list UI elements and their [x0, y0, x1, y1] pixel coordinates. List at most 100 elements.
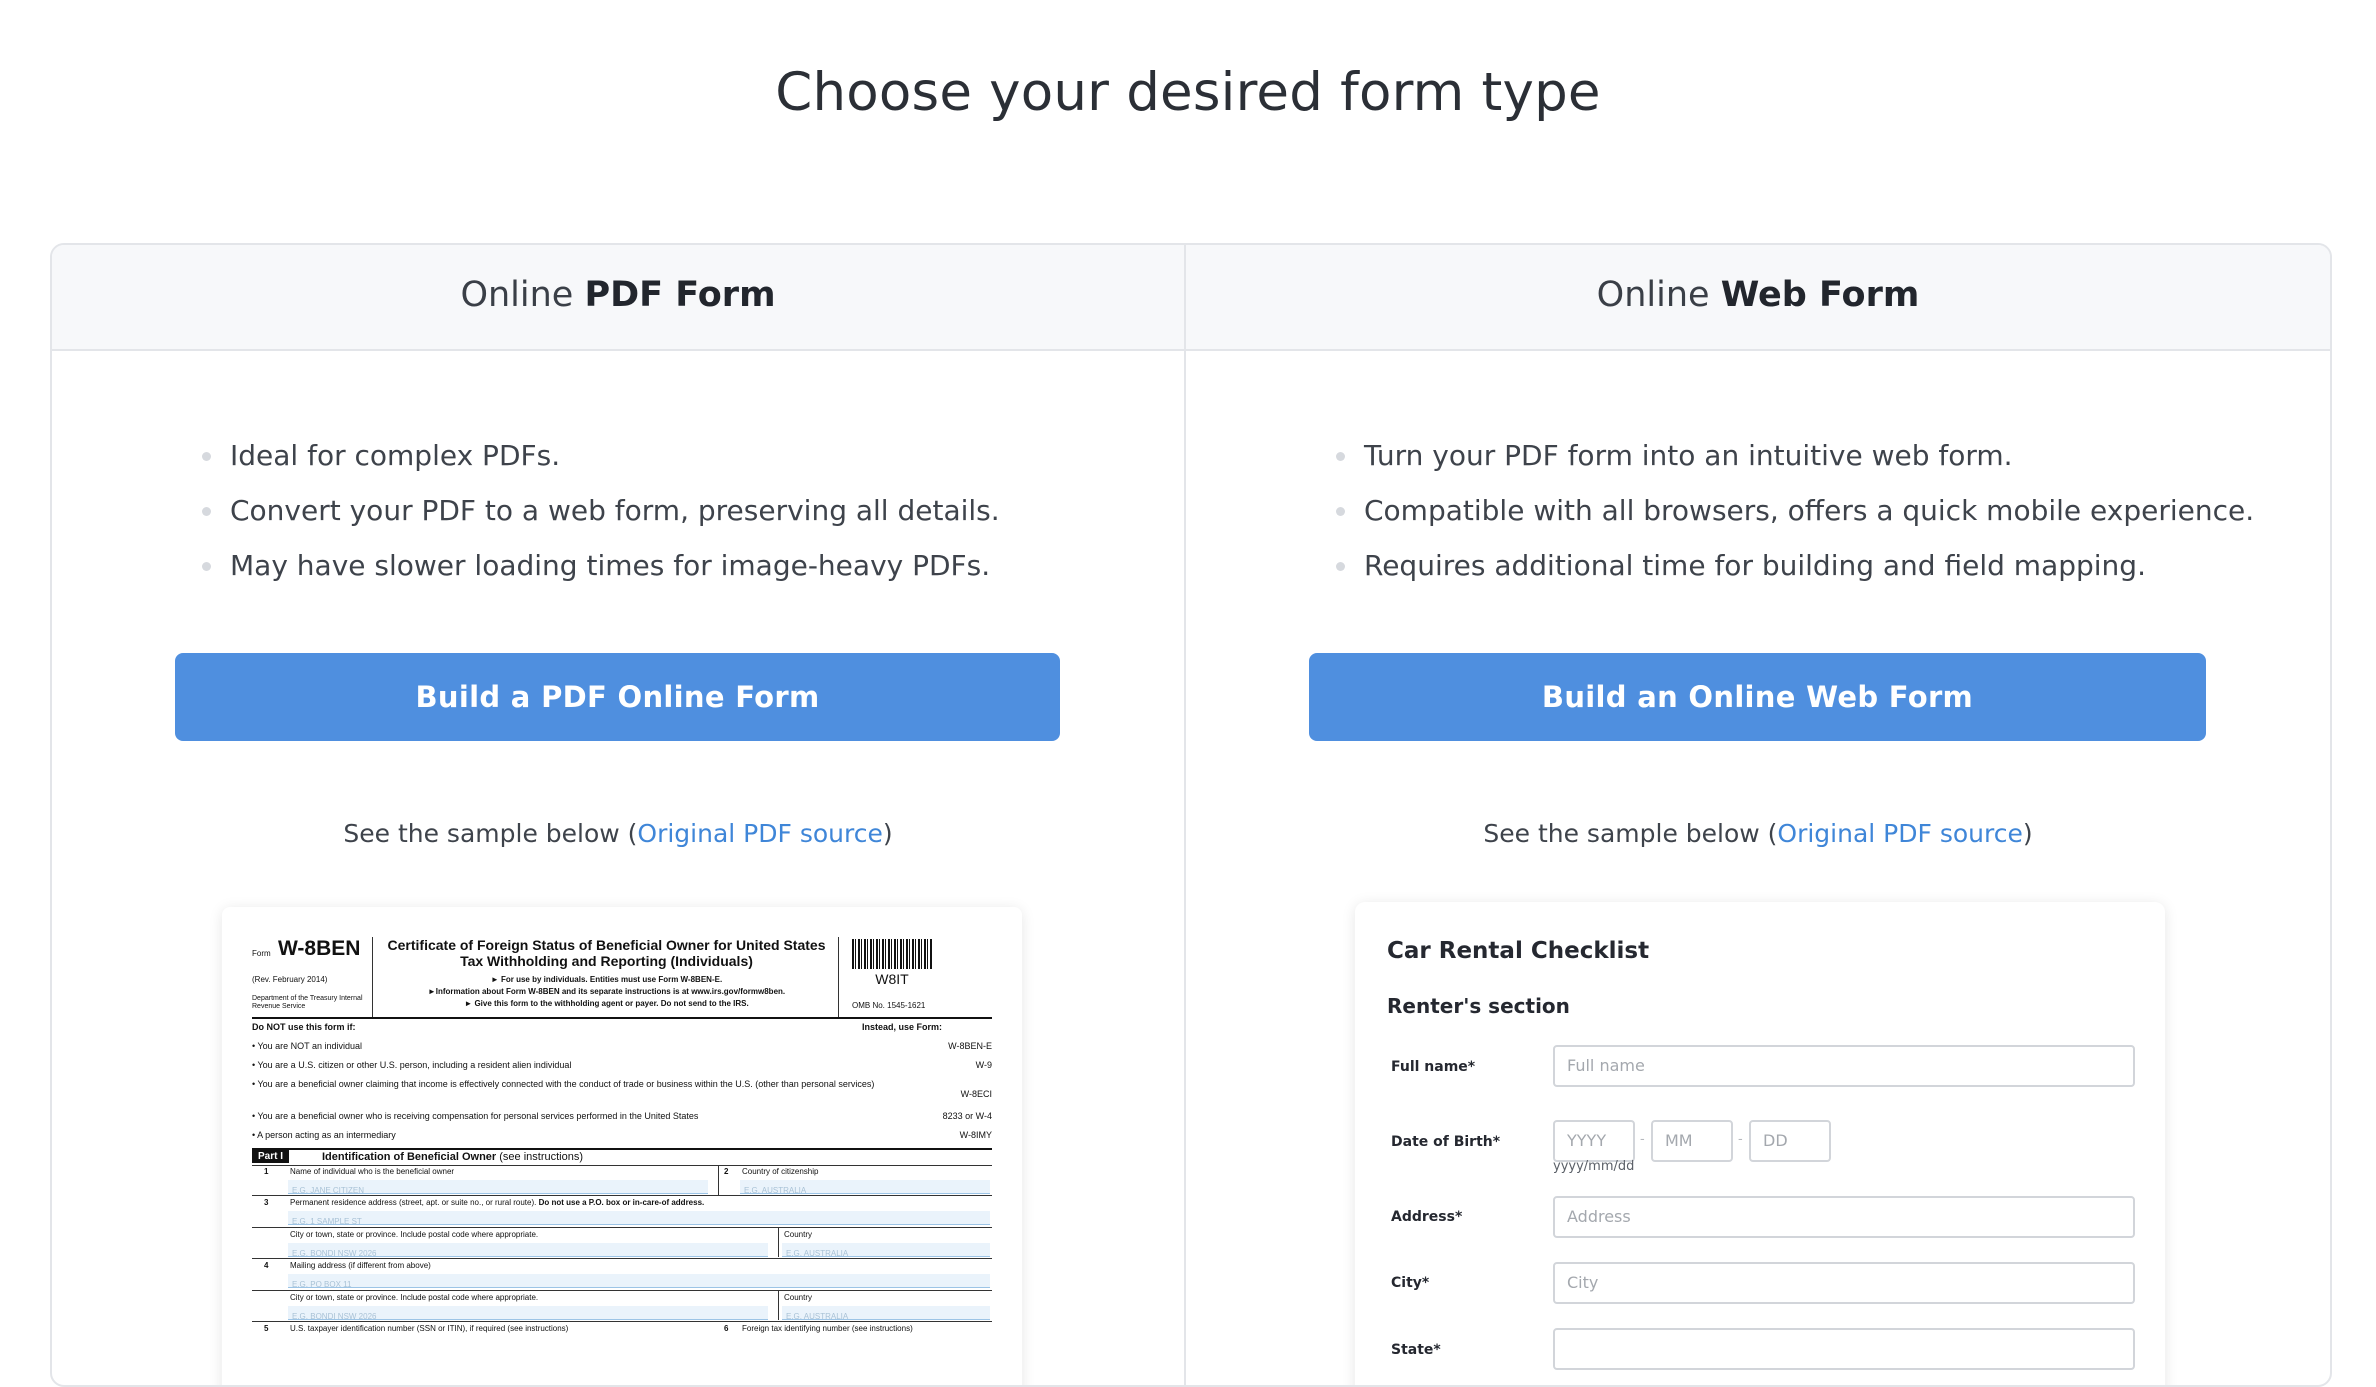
divider	[838, 937, 839, 1017]
row-text: • A person acting as an intermediary	[252, 1130, 396, 1140]
column-divider	[1184, 245, 1186, 1385]
pdf-feature-list: Ideal for complex PDFs. Convert your PDF…	[202, 428, 1000, 593]
web-form-preview[interactable]: Car Rental Checklist Renter's section Fu…	[1355, 902, 2165, 1385]
table-row: • You are NOT an individual W-8BEN-E	[252, 1041, 992, 1051]
full-name-input[interactable]: Full name	[1553, 1045, 2135, 1087]
row-form: 8233 or W-4	[942, 1111, 992, 1121]
field-label: Permanent residence address (street, apt…	[290, 1198, 704, 1207]
field-placeholder: E.G. BONDI NSW 2026	[292, 1312, 377, 1321]
section-title: Renter's section	[1387, 994, 1570, 1018]
field-label: U.S. taxpayer identification number (SSN…	[290, 1324, 569, 1333]
field-label: Name of individual who is the beneficial…	[290, 1167, 455, 1176]
mailing-city-field[interactable]: E.G. BONDI NSW 2026	[288, 1306, 768, 1321]
list-item: Turn your PDF form into an intuitive web…	[1336, 428, 2254, 483]
form-instruction-3: ► Give this form to the withholding agen…	[464, 999, 749, 1008]
name-field[interactable]: E.G. JANE CITIZEN	[288, 1180, 708, 1195]
address-field[interactable]: E.G. 1 SAMPLE ST	[288, 1211, 990, 1226]
field-label-bold: Do not use a P.O. box or in-care-of addr…	[538, 1198, 705, 1207]
table-row: • You are a beneficial owner who is rece…	[252, 1111, 992, 1121]
divider	[252, 1017, 992, 1019]
field-number: 3	[264, 1198, 269, 1207]
divider	[252, 1321, 992, 1322]
city-label: City*	[1391, 1275, 1430, 1291]
pdf-original-source-link[interactable]: Original PDF source	[637, 819, 882, 848]
sample-prefix: See the sample below (	[343, 819, 638, 848]
pdf-form-preview[interactable]: Form W-8BEN (Rev. February 2014) Departm…	[222, 907, 1022, 1385]
state-input[interactable]	[1553, 1328, 2135, 1370]
row-form: W-8BEN-E	[948, 1041, 992, 1051]
city-field[interactable]: E.G. BONDI NSW 2026	[288, 1243, 768, 1258]
field-number: 4	[264, 1261, 269, 1270]
row-form: W-8ECI	[960, 1089, 992, 1099]
dob-label: Date of Birth*	[1391, 1134, 1501, 1150]
dob-day-input[interactable]: DD	[1749, 1120, 1831, 1162]
field-placeholder: E.G. 1 SAMPLE ST	[292, 1217, 362, 1226]
citizenship-field[interactable]: E.G. AUSTRALIA	[740, 1180, 990, 1195]
mailing-address-field[interactable]: E.G. PO BOX 11	[288, 1274, 990, 1289]
part-note: (see instructions)	[499, 1151, 584, 1163]
field-label: Country	[784, 1230, 813, 1239]
form-revision: (Rev. February 2014)	[252, 975, 328, 984]
row-text: • You are a beneficial owner who is rece…	[252, 1111, 699, 1121]
pdf-title-prefix: Online	[460, 275, 585, 315]
field-label: Country	[784, 1293, 813, 1302]
divider	[252, 1258, 992, 1259]
field-placeholder: E.G. AUSTRALIA	[786, 1249, 849, 1258]
pdf-column-title: Online PDF Form	[52, 275, 1184, 315]
list-item: Ideal for complex PDFs.	[202, 428, 1000, 483]
divider	[778, 1227, 779, 1257]
divider	[252, 1148, 992, 1150]
dob-month-input[interactable]: MM	[1651, 1120, 1733, 1162]
form-id: W-8BEN	[278, 937, 361, 960]
address-label: Address*	[1391, 1209, 1463, 1225]
form-type-panel: Online PDF Form Online Web Form Ideal fo…	[50, 243, 2332, 1387]
full-name-label: Full name*	[1391, 1059, 1476, 1075]
part-label: Part I	[252, 1150, 290, 1163]
list-item: Convert your PDF to a web form, preservi…	[202, 483, 1000, 538]
field-label: City or town, state or province. Include…	[290, 1230, 539, 1239]
table-row: • You are a beneficial owner claiming th…	[252, 1079, 992, 1099]
list-item: Compatible with all browsers, offers a q…	[1336, 483, 2254, 538]
pdf-title-bold: PDF Form	[584, 275, 776, 315]
table-row: • A person acting as an intermediary W-8…	[252, 1130, 992, 1140]
form-instruction-2: ►Information about Form W-8BEN and its s…	[427, 987, 786, 996]
divider	[718, 1165, 719, 1195]
city-input[interactable]: City	[1553, 1262, 2135, 1304]
build-web-form-button[interactable]: Build an Online Web Form	[1309, 653, 2206, 741]
form-department: Department of the Treasury Internal Reve…	[252, 995, 363, 1010]
field-placeholder: E.G. BONDI NSW 2026	[292, 1249, 377, 1258]
field-number: 6	[724, 1324, 729, 1333]
do-not-use-heading: Do NOT use this form if:	[252, 1022, 356, 1032]
country-field[interactable]: E.G. AUSTRALIA	[782, 1243, 990, 1258]
divider	[252, 1290, 992, 1291]
divider	[372, 937, 373, 1017]
field-placeholder: E.G. JANE CITIZEN	[292, 1186, 365, 1195]
field-label: Mailing address (if different from above…	[290, 1261, 431, 1270]
sample-suffix: )	[2022, 819, 2033, 848]
sample-suffix: )	[882, 819, 893, 848]
divider	[252, 1195, 992, 1196]
web-title-prefix: Online	[1596, 275, 1721, 315]
divider	[252, 1227, 992, 1228]
web-original-source-link[interactable]: Original PDF source	[1777, 819, 2022, 848]
row-text: • You are NOT an individual	[252, 1041, 363, 1051]
list-item: Requires additional time for building an…	[1336, 538, 2254, 593]
web-sample-caption: See the sample below (Original PDF sourc…	[1186, 819, 2330, 848]
part-title: Identification of Beneficial Owner (see …	[322, 1151, 583, 1163]
build-pdf-form-button[interactable]: Build a PDF Online Form	[175, 653, 1060, 741]
dob-hint: yyyy/mm/dd	[1553, 1159, 1635, 1174]
field-placeholder: E.G. AUSTRALIA	[786, 1312, 849, 1321]
mailing-country-field[interactable]: E.G. AUSTRALIA	[782, 1306, 990, 1321]
row-form: W-9	[975, 1060, 992, 1070]
sample-prefix: See the sample below (	[1483, 819, 1778, 848]
omb-number: OMB No. 1545-1621	[852, 1001, 926, 1010]
field-placeholder: E.G. PO BOX 11	[292, 1280, 352, 1289]
field-label: City or town, state or province. Include…	[290, 1293, 539, 1302]
dob-year-input[interactable]: YYYY	[1553, 1120, 1635, 1162]
table-row: • You are a U.S. citizen or other U.S. p…	[252, 1060, 992, 1070]
row-text: • You are a beneficial owner claiming th…	[252, 1079, 875, 1089]
field-label: Foreign tax identifying number (see inst…	[742, 1324, 913, 1333]
dob-separator: -	[1640, 1132, 1645, 1147]
divider	[778, 1290, 779, 1320]
address-input[interactable]: Address	[1553, 1196, 2135, 1238]
